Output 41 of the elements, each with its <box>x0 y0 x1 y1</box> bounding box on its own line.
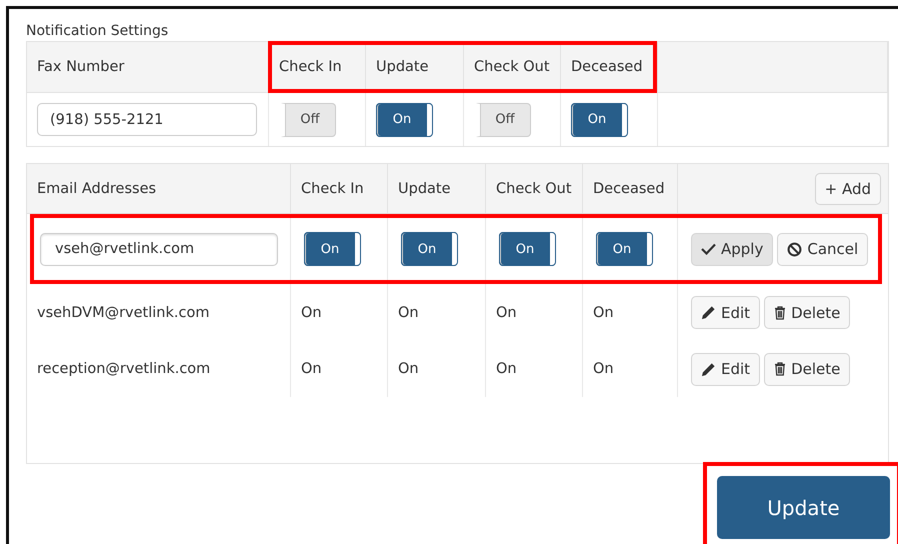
status-text: On <box>593 361 614 377</box>
status-text: On <box>593 304 614 320</box>
add-button[interactable]: + Add <box>814 172 881 204</box>
status-text: On <box>496 304 517 320</box>
toggle-switch[interactable]: Off <box>474 102 531 136</box>
column-header: Check Out <box>486 164 583 214</box>
status-text: On <box>496 361 517 377</box>
status-text: On <box>398 304 419 320</box>
toggle-switch[interactable]: On <box>571 102 628 136</box>
fax-number-field[interactable]: (918) 555-2121 <box>37 103 257 136</box>
toggle-switch[interactable]: On <box>401 232 458 266</box>
column-header: Update <box>388 164 486 214</box>
pencil-icon <box>701 305 716 320</box>
prohibited-icon <box>787 242 802 256</box>
cancel-button[interactable]: Cancel <box>777 232 868 266</box>
status-text: On <box>301 304 322 320</box>
section-title: Notification Settings <box>26 22 170 41</box>
toggle-switch[interactable]: On <box>596 232 653 266</box>
delete-button[interactable]: Delete <box>764 296 850 329</box>
status-text: On <box>301 361 322 377</box>
toggle-switch[interactable]: On <box>304 232 361 266</box>
email-address: vsehDVM@rvetlink.com <box>37 304 210 320</box>
column-header: Check In <box>291 164 388 214</box>
checkmark-icon <box>701 243 716 255</box>
edit-button[interactable]: Edit <box>691 296 760 329</box>
toggle-switch[interactable]: Off <box>279 102 336 136</box>
edit-button[interactable]: Edit <box>691 352 760 386</box>
delete-button[interactable]: Delete <box>764 352 850 386</box>
status-text: On <box>398 361 419 377</box>
column-header: Email Addresses <box>27 164 291 214</box>
update-button[interactable]: Update <box>717 476 890 539</box>
trash-icon <box>774 362 786 376</box>
toggle-switch[interactable]: On <box>499 232 556 266</box>
toggle-switch[interactable]: On <box>376 102 433 136</box>
column-header: Fax Number <box>27 42 269 93</box>
column-header: Deceased <box>583 164 678 214</box>
email-field[interactable]: vseh@rvetlink.com <box>40 232 278 266</box>
email-address: reception@rvetlink.com <box>37 361 210 377</box>
pencil-icon <box>701 362 716 376</box>
apply-button[interactable]: Apply <box>691 232 774 266</box>
trash-icon <box>774 306 786 320</box>
